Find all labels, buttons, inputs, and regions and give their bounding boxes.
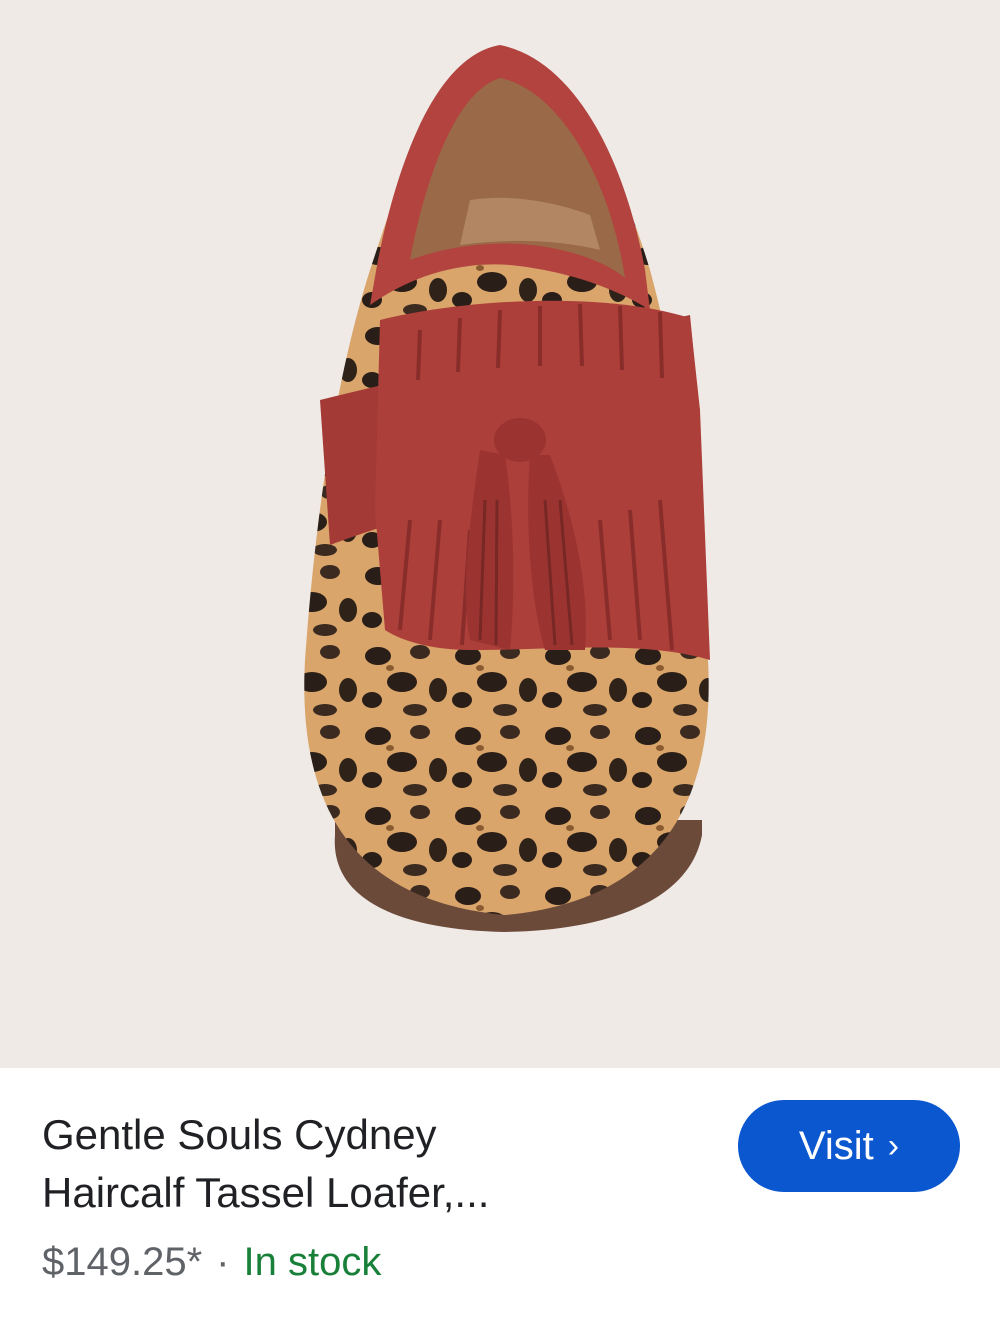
visit-button[interactable]: Visit › <box>738 1100 960 1192</box>
stock-status: In stock <box>243 1240 382 1284</box>
product-title-line-2: Haircalf Tassel Loafer,... <box>42 1169 490 1216</box>
product-image[interactable] <box>0 0 1000 1068</box>
product-title[interactable]: Gentle Souls Cydney Haircalf Tassel Loaf… <box>42 1106 662 1222</box>
loafer-illustration <box>304 45 710 932</box>
separator-dot: · <box>216 1240 230 1284</box>
product-title-line-1: Gentle Souls Cydney <box>42 1111 437 1158</box>
product-info: Gentle Souls Cydney Haircalf Tassel Loaf… <box>0 1068 1000 1333</box>
product-card[interactable]: Gentle Souls Cydney Haircalf Tassel Loaf… <box>0 0 1000 1333</box>
visit-button-label: Visit <box>798 1123 874 1168</box>
product-price: $149.25* <box>42 1240 203 1284</box>
chevron-right-icon: › <box>887 1126 900 1165</box>
price-row: $149.25* · In stock <box>42 1238 381 1286</box>
